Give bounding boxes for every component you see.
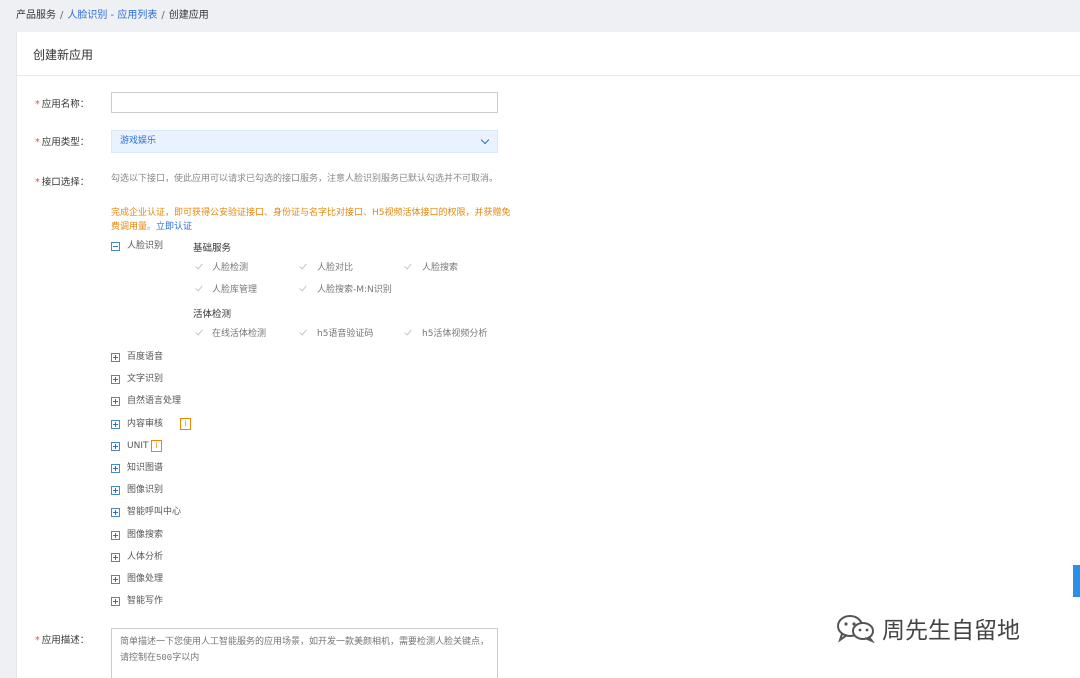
expand-plus-icon[interactable]	[111, 353, 120, 362]
checkbox-label: 人脸搜索	[422, 263, 459, 273]
breadcrumb-app-list-link[interactable]: 人脸识别 - 应用列表	[67, 10, 157, 21]
group-title-liveness: 活体检测	[193, 309, 232, 320]
expand-plus-icon[interactable]	[111, 575, 120, 584]
app-name-input[interactable]	[111, 92, 498, 113]
checkbox-label: h5活体视频分析	[422, 329, 488, 339]
checkbox-disabled	[195, 328, 204, 337]
checkbox-label: 人脸检测	[212, 263, 249, 273]
app-name-label: * 应用名称：	[35, 99, 90, 110]
expand-plus-icon[interactable]	[111, 375, 120, 384]
chevron-down-icon	[480, 135, 490, 145]
api-select-label: * 接口选择：	[35, 177, 90, 188]
breadcrumb-separator: /	[161, 10, 165, 21]
expand-plus-icon[interactable]	[111, 597, 120, 606]
breadcrumb-separator: /	[60, 10, 64, 21]
tree-item-content-review[interactable]: 内容审核	[127, 418, 163, 430]
breadcrumb-root[interactable]: 产品服务	[16, 10, 56, 21]
checkbox-label: 人脸库管理	[212, 285, 258, 295]
checkbox-disabled	[404, 262, 413, 271]
app-desc-label: * 应用描述：	[35, 635, 90, 646]
expand-plus-icon[interactable]	[111, 553, 120, 562]
tree-item-image-search[interactable]: 图像搜索	[127, 529, 163, 541]
watermark-text: 周先生自留地	[882, 618, 1020, 644]
breadcrumb-current: 创建应用	[168, 10, 209, 21]
expand-plus-icon[interactable]	[111, 420, 120, 429]
expand-plus-icon[interactable]	[111, 442, 120, 451]
expand-plus-icon[interactable]	[111, 508, 120, 517]
tree-item-speech[interactable]: 百度语音	[127, 351, 163, 363]
tree-item-face[interactable]: 人脸识别	[127, 240, 163, 252]
tree-item-ocr[interactable]: 文字识别	[127, 373, 163, 385]
info-badge-icon[interactable]: i	[180, 418, 191, 430]
checkbox-label: h5语音验证码	[317, 329, 374, 339]
api-hint-text: 勾选以下接口，使此应用可以请求已勾选的接口服务，注意人脸识别服务已默认勾选并不可…	[111, 174, 499, 184]
tree-item-image-recognition[interactable]: 图像识别	[127, 484, 163, 496]
enterprise-auth-notice: 完成企业认证，即可获得公安验证接口、身份证与名字比对接口、H5视频活体接口的权限…	[111, 208, 511, 232]
checkbox-disabled	[195, 262, 204, 271]
checkbox-disabled	[299, 262, 308, 271]
info-badge-icon[interactable]: i	[151, 440, 162, 452]
tree-item-nlp[interactable]: 自然语言处理	[127, 395, 181, 407]
wechat-icon	[836, 613, 876, 644]
page-title: 创建新应用	[33, 48, 94, 62]
expand-plus-icon[interactable]	[111, 531, 120, 540]
watermark: 周先生自留地	[836, 611, 1020, 645]
checkbox-label: 人脸对比	[317, 263, 354, 273]
tree-item-image-processing[interactable]: 图像处理	[127, 573, 163, 585]
breadcrumb: 产品服务 / 人脸识别 - 应用列表 / 创建应用	[16, 9, 209, 23]
app-desc-textarea[interactable]	[111, 628, 498, 678]
collapse-face-icon[interactable]	[111, 242, 120, 251]
checkbox-disabled	[299, 328, 308, 337]
tree-item-knowledge-graph[interactable]: 知识图谱	[127, 462, 163, 474]
create-app-card: 创建新应用 * 应用名称： * 应用类型： 游戏娱乐 * 接口选择： 勾选以下接口，使…	[16, 32, 1080, 678]
expand-plus-icon[interactable]	[111, 486, 120, 495]
checkbox-disabled	[195, 284, 204, 293]
tree-item-unit[interactable]: UNIT	[127, 440, 148, 452]
title-divider	[17, 75, 1080, 76]
group-title-basic: 基础服务	[193, 243, 232, 254]
tree-item-smart-writing[interactable]: 智能写作	[127, 595, 163, 607]
checkbox-label: 人脸搜索-M:N识别	[317, 285, 392, 295]
checkbox-disabled	[404, 328, 413, 337]
checkbox-disabled	[299, 284, 308, 293]
tree-item-call-center[interactable]: 智能呼叫中心	[127, 506, 181, 518]
app-type-select[interactable]: 游戏娱乐	[111, 130, 498, 153]
auth-now-link[interactable]: 立即认证	[156, 222, 192, 232]
app-type-label: * 应用类型：	[35, 137, 90, 148]
expand-plus-icon[interactable]	[111, 464, 120, 473]
side-feedback-tab[interactable]	[1073, 565, 1080, 597]
checkbox-label: 在线活体检测	[212, 329, 267, 339]
tree-item-body-analysis[interactable]: 人体分析	[127, 551, 163, 563]
app-type-value: 游戏娱乐	[120, 136, 157, 146]
expand-plus-icon[interactable]	[111, 397, 120, 406]
